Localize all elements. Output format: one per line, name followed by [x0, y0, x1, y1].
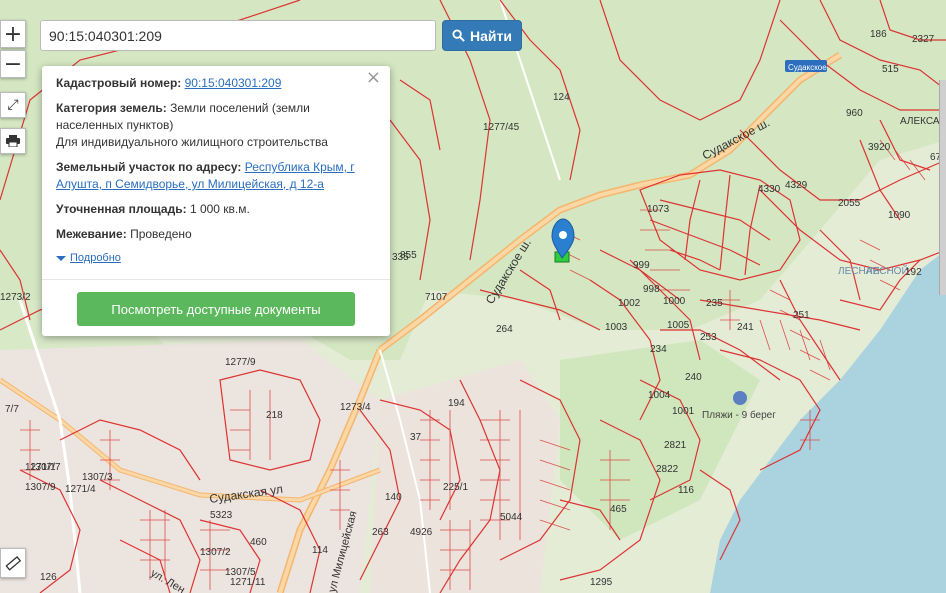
parcel-number-label: 460 — [250, 537, 267, 548]
parcel-number-label: 251 — [793, 310, 810, 321]
area-row: Уточненная площадь: 1 000 кв.м. — [56, 201, 376, 218]
parcel-number-label: 1271/4 — [65, 484, 96, 495]
parcel-number-label: 235 — [706, 298, 723, 309]
parcel-number-label: 37 — [410, 432, 422, 443]
parcel-number-label: 1277/9 — [225, 357, 256, 368]
address-row: Земельный участок по адресу: Республика … — [56, 159, 376, 193]
parcel-number-label: 1001 — [672, 406, 695, 417]
parcel-number-label: 126 — [40, 572, 57, 583]
parcel-number-label: 7107 — [425, 292, 448, 303]
parcel-number-label: 124 — [553, 92, 570, 103]
view-documents-button[interactable]: Посмотреть доступные документы — [77, 292, 355, 326]
parcel-number-label: 1005 — [667, 320, 690, 331]
parcel-number-label: 253 — [700, 332, 717, 343]
parcel-number-label: 116 — [678, 485, 694, 496]
cadastral-number-label: Кадастровый номер: — [56, 76, 182, 90]
parcel-number-label: 1003 — [605, 322, 628, 333]
cadastral-search-input[interactable] — [40, 20, 436, 51]
parcel-number-label: 7/7 — [5, 404, 19, 415]
side-panel-scrollbar[interactable] — [939, 80, 946, 295]
print-button[interactable] — [0, 128, 26, 154]
area-value: 1 000 кв.м. — [189, 202, 250, 216]
parcel-number-label: 515 — [882, 64, 899, 75]
parcel-number-label: 192 — [905, 267, 922, 278]
area-label-lesnoi: ЛЕСНОЙ — [866, 264, 909, 277]
parcel-number-label: 1307/9 — [25, 482, 56, 493]
parcel-number-label: 240 — [685, 372, 702, 383]
parcel-info-popup: × Кадастровый номер: 90:15:040301:209 Ка… — [42, 66, 390, 336]
parcel-number-label: 1277/45 — [483, 122, 520, 133]
parcel-number-label: 1307/7 — [30, 462, 61, 473]
parcel-number-label: 855 — [400, 250, 417, 261]
parcel-number-label: 234 — [650, 344, 667, 355]
cadastral-number-row: Кадастровый номер: 90:15:040301:209 — [56, 75, 376, 92]
parcel-number-label: 1273/2 — [0, 292, 31, 303]
parcel-number-label: 218 — [266, 410, 283, 421]
close-icon[interactable]: × — [366, 69, 381, 87]
parcel-number-label: 241 — [737, 322, 754, 333]
search-button[interactable]: Найти — [442, 20, 522, 51]
parcel-number-label: 4329 — [785, 180, 808, 191]
parcel-number-label: 2822 — [656, 464, 679, 475]
address-label: Земельный участок по адресу: — [56, 160, 242, 174]
survey-label: Межевание: — [56, 227, 127, 241]
parcel-number-label: 264 — [496, 324, 513, 335]
area-label: Уточненная площадь: — [56, 202, 187, 216]
parcel-number-label: 1307/2 — [200, 547, 231, 558]
parcel-number-label: 4330 — [758, 184, 781, 195]
parcel-number-label: 1307/3 — [82, 472, 113, 483]
parcel-number-label: АЛЕКСА — [900, 116, 940, 127]
parcel-number-label: 263 — [372, 527, 389, 538]
road-sign: Судакское — [785, 60, 827, 72]
parcel-number-label: 1271/11 — [230, 577, 266, 588]
parcel-number-label: 186 — [870, 29, 887, 40]
parcel-number-label: 2821 — [664, 440, 687, 451]
survey-value: Проведено — [130, 227, 192, 241]
expand-icon: ⤢ — [7, 97, 19, 113]
parcel-number-label: 465 — [610, 504, 627, 515]
popup-divider — [42, 279, 390, 280]
parcel-number-label: 4926 — [410, 527, 433, 538]
parcel-number-label: 194 — [448, 398, 465, 409]
details-toggle[interactable]: Подробно — [56, 250, 376, 267]
caret-down-icon — [56, 256, 66, 261]
parcel-number-label: 1073 — [647, 204, 670, 215]
parcel-number-label: 225/1 — [443, 482, 468, 493]
details-link[interactable]: Подробно — [70, 250, 121, 267]
parcel-number-label: 3920 — [868, 142, 891, 153]
parcel-number-label: 114 — [312, 545, 328, 556]
ruler-icon — [5, 556, 21, 571]
parcel-number-label: 2327 — [912, 34, 935, 45]
printer-icon — [6, 135, 20, 147]
parcel-number-label: 2055 — [838, 198, 861, 209]
survey-row: Межевание: Проведено — [56, 226, 376, 243]
zoom-out-button[interactable]: − — [0, 50, 26, 78]
road-sign-label: Судакское — [788, 63, 827, 72]
fullscreen-button[interactable]: ⤢ — [0, 92, 26, 118]
parcel-number-label: 1295 — [590, 577, 613, 588]
parcel-number-label: 960 — [846, 108, 863, 119]
land-category-row: Категория земель: Земли поселений (земли… — [56, 100, 376, 151]
beach-label: Пляжи - 9 берег — [702, 409, 776, 421]
zoom-in-button[interactable]: + — [0, 20, 26, 48]
parcel-number-label: 5044 — [500, 512, 523, 523]
parcel-number-label: 140 — [385, 492, 402, 503]
parcel-number-label: 1090 — [888, 210, 911, 221]
parcel-number-label: 1004 — [648, 390, 671, 401]
parcel-number-label: 999 — [633, 260, 650, 271]
measure-button[interactable] — [0, 548, 26, 578]
cadastral-number-link[interactable]: 90:15:040301:209 — [185, 76, 282, 90]
land-category-label: Категория земель: — [56, 101, 167, 115]
search-button-label: Найти — [470, 27, 512, 44]
beach-icon — [733, 391, 747, 405]
parcel-number-label: 998 — [643, 284, 660, 295]
parcel-number-label: 1002 — [618, 298, 641, 309]
parcel-number-label: 1273/4 — [340, 402, 371, 413]
parcel-number-label: 1000 — [663, 296, 686, 307]
land-usage-value: Для индивидуального жилищного строительс… — [56, 135, 328, 149]
search-icon — [452, 29, 465, 42]
parcel-number-label: 5323 — [210, 510, 233, 521]
